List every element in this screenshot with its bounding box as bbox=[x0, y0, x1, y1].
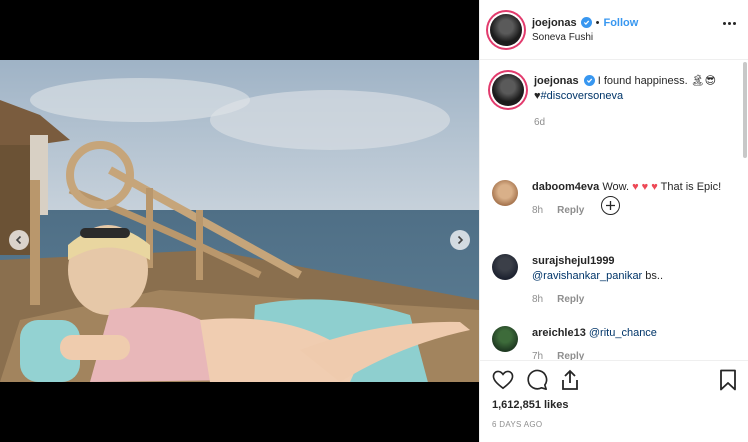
comment-age: 8h bbox=[532, 205, 544, 216]
commenter-username[interactable]: areichle13 bbox=[532, 327, 586, 339]
comment-age: 7h bbox=[532, 351, 544, 360]
commenter-avatar[interactable] bbox=[492, 326, 518, 352]
reply-button[interactable]: Reply bbox=[557, 203, 584, 218]
chevron-left-icon bbox=[15, 235, 22, 245]
next-photo-button[interactable] bbox=[450, 230, 470, 250]
post-caption: joejonas I found happiness. 🏝😎 ♥#discove… bbox=[490, 74, 739, 130]
comments-list[interactable]: joejonas I found happiness. 🏝😎 ♥#discove… bbox=[480, 60, 748, 360]
author-avatar[interactable] bbox=[490, 13, 522, 46]
post-header: joejonas • Follow Soneva Fushi bbox=[480, 0, 748, 60]
save-bookmark-icon[interactable] bbox=[719, 369, 737, 391]
post-time-ago: 6 DAYS AGO bbox=[492, 420, 543, 429]
reply-button[interactable]: Reply bbox=[557, 349, 584, 360]
comment-hearts: ♥ ♥ ♥ bbox=[632, 181, 658, 193]
chevron-right-icon bbox=[457, 235, 464, 245]
comment-age: 8h bbox=[532, 294, 544, 305]
comment-item: areichle13 @ritu_chance 7h Reply bbox=[492, 326, 732, 360]
comment-item: daboom4eva Wow. ♥ ♥ ♥ That is Epic! 8h R… bbox=[492, 180, 732, 218]
reply-button[interactable]: Reply bbox=[557, 292, 584, 307]
comment-text-end: That is Epic! bbox=[660, 181, 722, 193]
commenter-avatar[interactable] bbox=[492, 180, 518, 206]
separator-dot: • bbox=[595, 16, 600, 29]
comments-scrollbar[interactable] bbox=[743, 62, 747, 158]
post-side-panel: joejonas • Follow Soneva Fushi joejonas … bbox=[479, 0, 748, 442]
previous-photo-button[interactable] bbox=[9, 230, 29, 250]
caption-hashtag[interactable]: #discoversoneva bbox=[541, 90, 624, 102]
caption-age: 6d bbox=[534, 117, 546, 128]
caption-avatar[interactable] bbox=[492, 74, 524, 106]
location-link[interactable]: Soneva Fushi bbox=[532, 32, 638, 43]
verified-badge-icon bbox=[580, 17, 592, 28]
author-username[interactable]: joejonas bbox=[532, 17, 577, 29]
like-heart-icon[interactable] bbox=[492, 370, 514, 390]
caption-text: I found happiness. 🏝😎 bbox=[597, 75, 717, 87]
comment-text: Wow. bbox=[602, 181, 630, 193]
comment-mention[interactable]: @ritu_chance bbox=[589, 327, 657, 339]
comment-bubble-icon[interactable] bbox=[526, 369, 548, 391]
more-options-icon[interactable] bbox=[723, 22, 736, 25]
share-upload-icon[interactable] bbox=[560, 369, 580, 391]
post-actions: 1,612,851 likes 6 DAYS AGO bbox=[480, 360, 748, 442]
comment-text: bs.. bbox=[645, 270, 664, 282]
post-photo bbox=[0, 60, 479, 382]
author-block: joejonas • Follow Soneva Fushi bbox=[532, 17, 638, 43]
verified-badge-icon bbox=[583, 75, 595, 86]
comment-item: surajshejul1999 @ravishankar_panikar bs.… bbox=[492, 254, 732, 307]
commenter-username[interactable]: surajshejul1999 bbox=[532, 255, 615, 267]
post-media[interactable] bbox=[0, 0, 479, 442]
caption-username[interactable]: joejonas bbox=[534, 75, 579, 87]
comment-mention[interactable]: @ravishankar_panikar bbox=[532, 270, 642, 282]
like-count[interactable]: 1,612,851 likes bbox=[492, 399, 737, 411]
follow-button[interactable]: Follow bbox=[603, 17, 638, 29]
commenter-avatar[interactable] bbox=[492, 254, 518, 280]
commenter-username[interactable]: daboom4eva bbox=[532, 181, 599, 193]
